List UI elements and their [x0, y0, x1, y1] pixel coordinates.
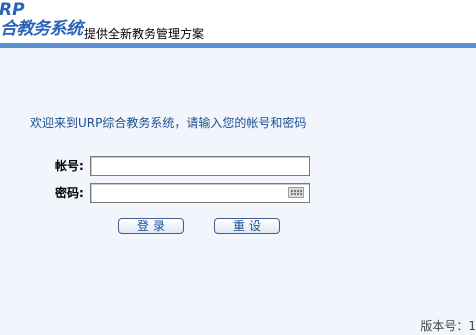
keyboard-icon[interactable] [288, 187, 304, 198]
reset-button[interactable]: 重设 [214, 218, 280, 234]
account-label: 帐号: [55, 159, 84, 173]
password-label: 密码: [55, 186, 84, 200]
version-label: 版本号：1 [420, 319, 476, 333]
header-tagline: 提供全新教务管理方案 [84, 27, 205, 41]
logo-text-line1: RP [0, 0, 25, 20]
login-button[interactable]: 登录 [118, 218, 184, 234]
header-divider-bar [0, 43, 476, 48]
welcome-message: 欢迎来到URP综合教务系统，请输入您的帐号和密码 [30, 116, 307, 130]
header: RP 合教务系统 提供全新教务管理方案 [0, 0, 476, 43]
account-input[interactable] [90, 156, 310, 176]
logo-text-line2: 合教务系统 [0, 19, 83, 39]
password-input[interactable] [90, 183, 310, 203]
